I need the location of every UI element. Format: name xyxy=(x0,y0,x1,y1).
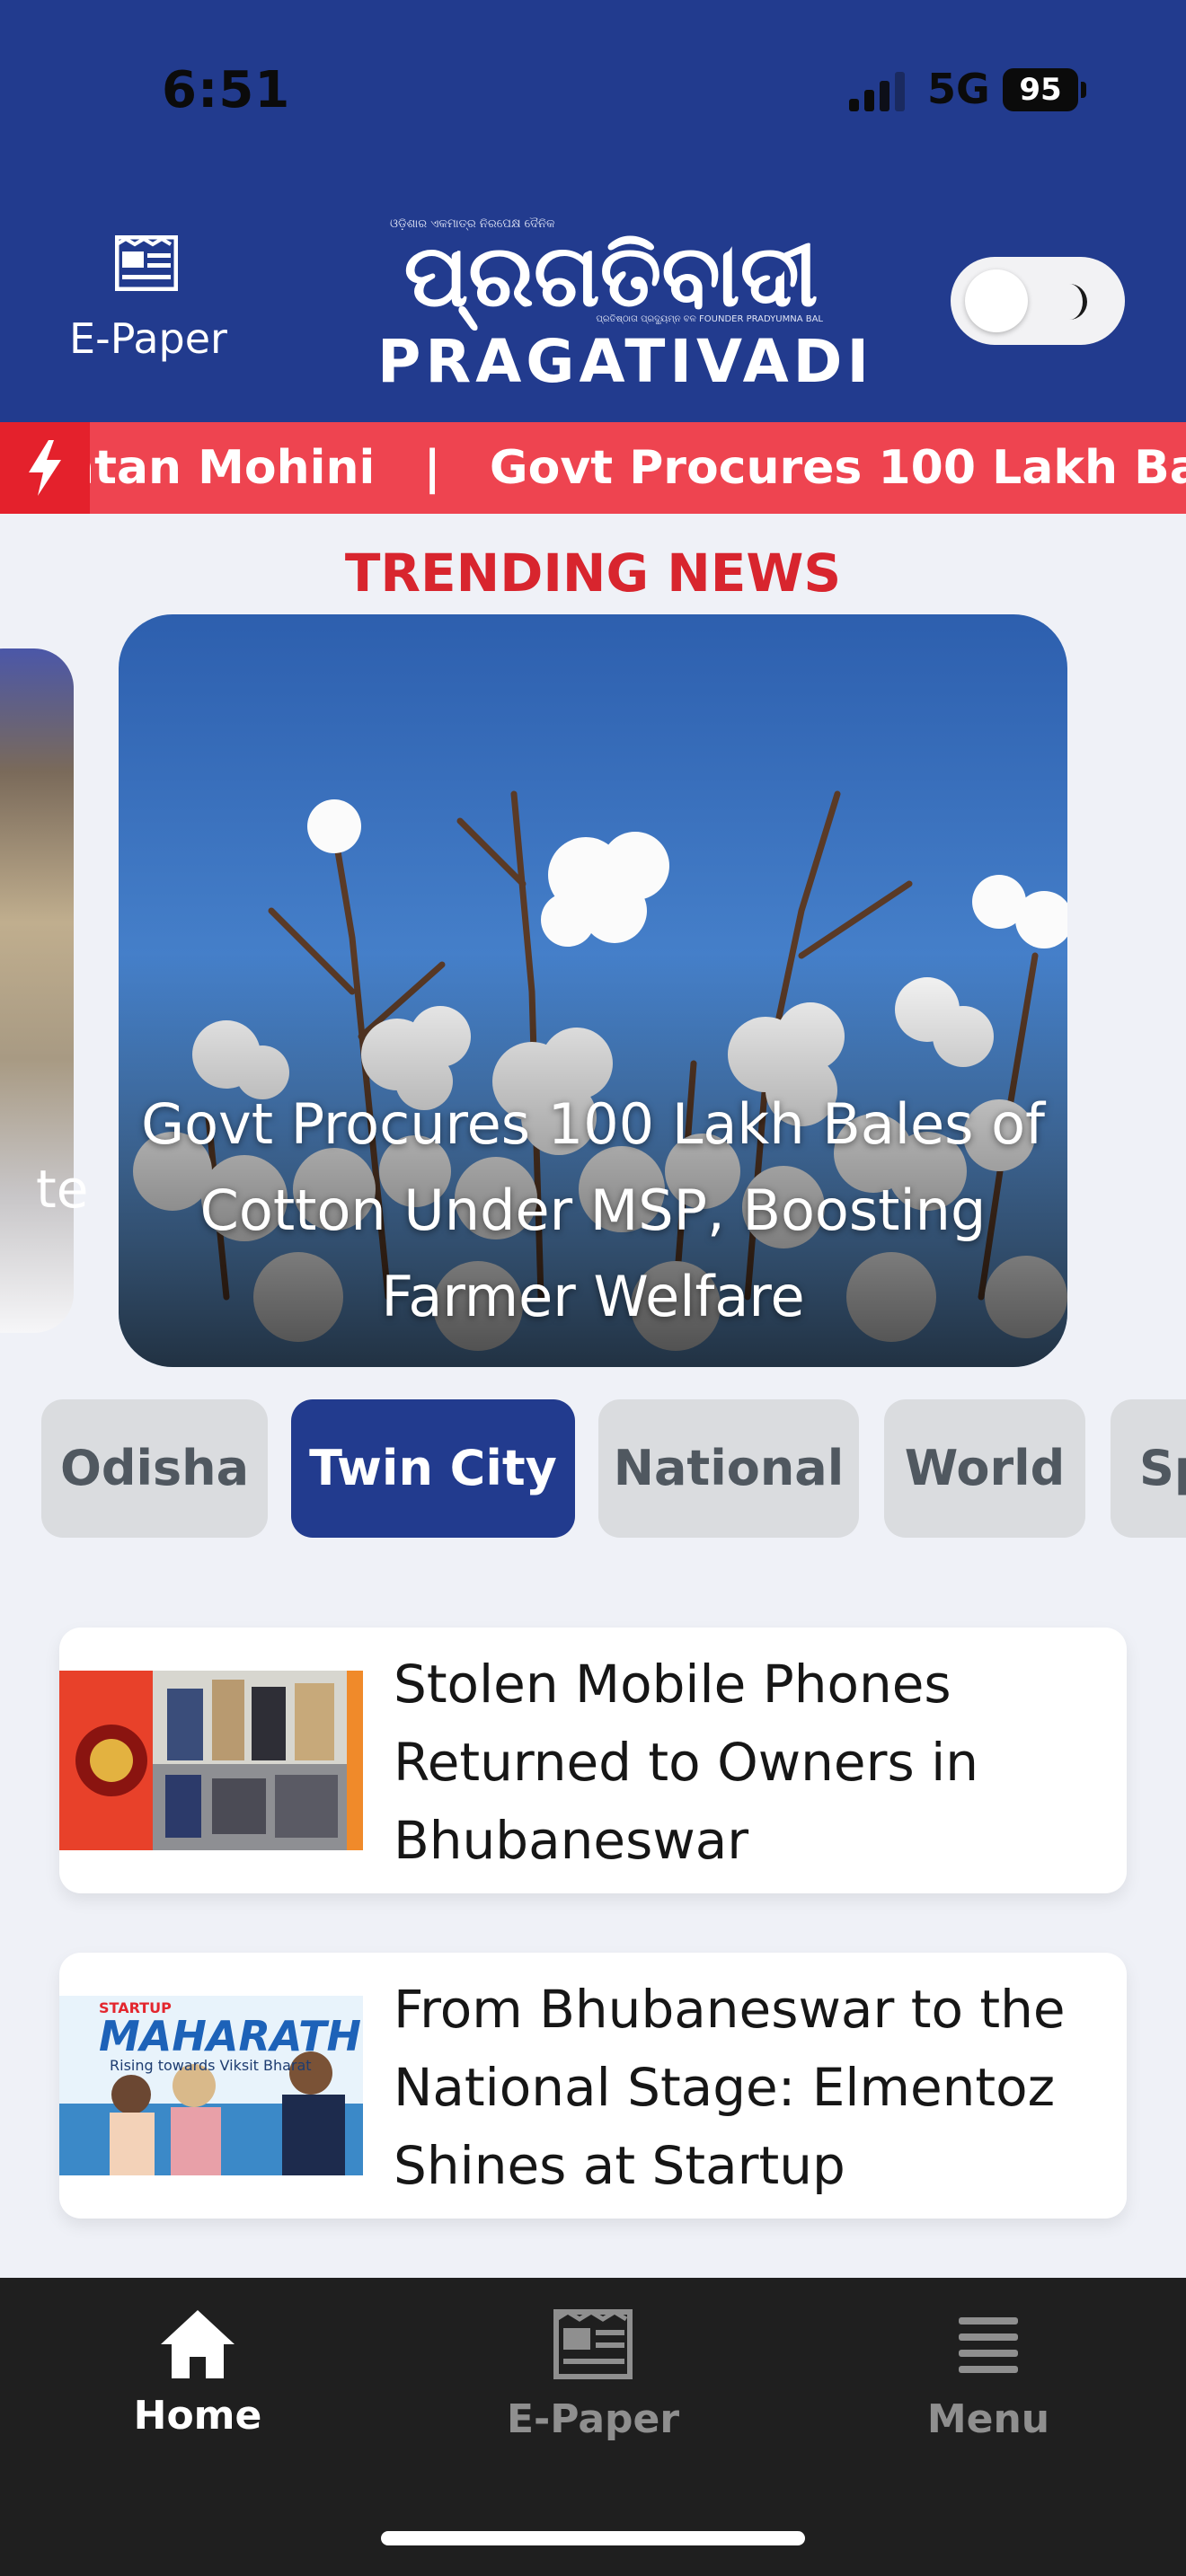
cellular-signal-icon xyxy=(849,70,905,111)
logo-odia-wordmark: ପ୍ରଗତିବାଦୀ xyxy=(403,225,819,326)
nav-home-label: Home xyxy=(133,2393,262,2439)
trending-card-previous[interactable] xyxy=(0,648,74,1333)
trending-card-title: Govt Procures 100 Lakh Bales of Cotton U… xyxy=(141,1091,1045,1329)
news-item-2[interactable]: STARTUP MAHARATH Rising towards Viksit B… xyxy=(59,1953,1127,2219)
trending-card[interactable]: Govt Procures 100 Lakh Bales of Cotton U… xyxy=(119,614,1067,1367)
epaper-header-label: E-Paper xyxy=(69,314,227,363)
pragativadi-logo[interactable]: ଓଡ଼ିଶାର ଏକମାତ୍ର ନିରପେକ୍ଷ ଦୈନିକ ପ୍ରଗତିବାଦ… xyxy=(377,216,873,396)
newspaper-icon xyxy=(115,235,178,291)
battery-icon: 95 xyxy=(1003,68,1078,111)
logo-latin-wordmark: PRAGATIVADI xyxy=(377,327,873,396)
moon-icon xyxy=(1069,284,1087,320)
trending-news-heading: TRENDING NEWS xyxy=(344,543,842,604)
thumbnail-title-text: MAHARATH xyxy=(99,2012,361,2060)
dark-mode-toggle[interactable] xyxy=(951,257,1125,345)
ticker-text: atan Mohini | Govt Procures 100 Lakh Bal… xyxy=(90,441,1186,495)
news-item-2-title: From Bhubaneswar to the National Stage: … xyxy=(394,1979,1066,2196)
newspaper-icon xyxy=(553,2309,633,2379)
thumbnail-subtitle-text: Rising towards Viksit Bharat xyxy=(110,2057,312,2074)
home-icon xyxy=(161,2310,235,2378)
lightning-icon xyxy=(29,440,61,496)
news-item-1-thumbnail xyxy=(59,1671,363,1850)
lightning-icon-box xyxy=(0,422,90,514)
battery-tip xyxy=(1081,82,1086,98)
ticker-text-window: atan Mohini | Govt Procures 100 Lakh Bal… xyxy=(90,422,1186,514)
menu-icon xyxy=(959,2317,1018,2373)
trending-card-previous-title: te xyxy=(36,1159,89,1220)
category-world[interactable]: World xyxy=(884,1399,1085,1538)
category-national[interactable]: National xyxy=(598,1399,859,1538)
status-time: 6:51 xyxy=(162,61,291,119)
logo-founder-text: ପ୍ରତିଷ୍ଠାତା ପ୍ରଦ୍ୟୁମ୍ନ ବଳ FOUNDER PRADYU… xyxy=(596,314,823,324)
news-item-1-title: Stolen Mobile Phones Returned to Owners … xyxy=(394,1654,978,1871)
category-odisha[interactable]: Odisha xyxy=(41,1399,268,1538)
home-indicator xyxy=(381,2531,805,2545)
toggle-knob xyxy=(965,269,1028,332)
news-item-1[interactable]: Stolen Mobile Phones Returned to Owners … xyxy=(59,1628,1127,1893)
breaking-news-ticker[interactable]: atan Mohini | Govt Procures 100 Lakh Bal… xyxy=(0,422,1186,514)
news-item-2-thumbnail: STARTUP MAHARATH Rising towards Viksit B… xyxy=(59,1996,363,2175)
category-sports[interactable]: Sp xyxy=(1111,1399,1186,1538)
nav-epaper-label: E-Paper xyxy=(506,2396,680,2442)
category-twin-city[interactable]: Twin City xyxy=(291,1399,575,1538)
nav-menu-label: Menu xyxy=(926,2396,1050,2442)
epaper-header-button[interactable]: E-Paper xyxy=(54,235,243,370)
network-type: 5G xyxy=(927,65,990,113)
